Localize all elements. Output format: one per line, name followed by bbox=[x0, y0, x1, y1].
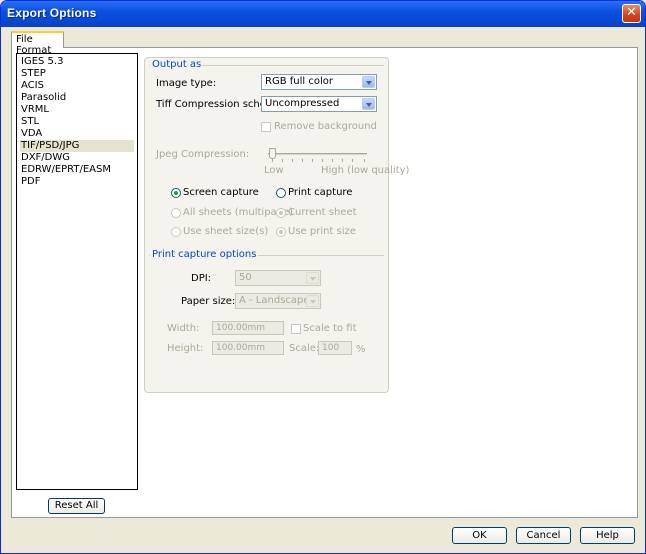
chevron-down-icon[interactable] bbox=[306, 295, 319, 307]
remove-background-checkbox[interactable] bbox=[261, 122, 271, 132]
slider-tick bbox=[292, 159, 293, 162]
jpeg-compression-label: Jpeg Compression: bbox=[156, 149, 250, 160]
paper-size-label: Paper size: bbox=[181, 296, 236, 307]
slider-tick bbox=[282, 159, 283, 162]
scale-label: Scale: bbox=[289, 343, 320, 354]
screen-capture-radio[interactable] bbox=[171, 188, 181, 198]
paper-size-select[interactable]: A - Landscape bbox=[235, 293, 321, 309]
remove-background-label: Remove background bbox=[274, 121, 377, 132]
chevron-down-icon[interactable] bbox=[362, 98, 375, 110]
help-button[interactable]: Help bbox=[580, 527, 635, 544]
image-type-select[interactable]: RGB full color bbox=[261, 74, 377, 90]
screen-capture-label: Screen capture bbox=[183, 187, 259, 198]
use-sheet-size-radio[interactable] bbox=[171, 227, 181, 237]
format-list-item[interactable]: STEP bbox=[20, 68, 134, 80]
format-list-item[interactable]: IGES 5.3 bbox=[20, 56, 134, 68]
output-as-title: Output as bbox=[150, 59, 204, 70]
window-title: Export Options bbox=[7, 6, 97, 20]
title-bar[interactable]: Export Options ✕ bbox=[1, 1, 645, 27]
image-type-label: Image type: bbox=[156, 78, 217, 89]
chevron-down-icon[interactable] bbox=[306, 272, 319, 284]
export-options-dialog: Export Options ✕ File Format IGES 5.3 STE… bbox=[0, 0, 646, 554]
chevron-down-icon[interactable] bbox=[362, 76, 375, 88]
use-print-size-label: Use print size bbox=[288, 226, 356, 237]
scale-input[interactable]: 100 bbox=[318, 341, 352, 355]
format-list-item[interactable]: ACIS bbox=[20, 80, 134, 92]
slider-tick bbox=[342, 159, 343, 162]
ok-button[interactable]: OK bbox=[452, 527, 507, 544]
slider-tick bbox=[332, 159, 333, 162]
reset-all-button[interactable]: Reset All bbox=[48, 498, 105, 514]
scale-to-fit-checkbox[interactable] bbox=[291, 324, 301, 334]
format-list[interactable]: IGES 5.3 STEP ACIS Parasolid VRML STL VDA TIF/P… bbox=[16, 53, 138, 490]
print-capture-options-title: Print capture options bbox=[150, 249, 259, 260]
slider-tick bbox=[364, 159, 365, 162]
current-sheet-radio[interactable] bbox=[276, 208, 286, 218]
format-list-item[interactable]: TIF/PSD/JPG bbox=[20, 140, 134, 152]
format-list-item[interactable]: VRML bbox=[20, 104, 134, 116]
jpeg-high-label: High (low quality) bbox=[321, 165, 410, 176]
format-list-item[interactable]: Parasolid bbox=[20, 92, 134, 104]
percent-label: % bbox=[356, 344, 366, 355]
slider-tick bbox=[302, 159, 303, 162]
options-panel: Output as Image type: RGB full color Tif… bbox=[144, 57, 409, 393]
dpi-label: DPI: bbox=[191, 273, 212, 284]
height-label: Height: bbox=[167, 343, 204, 354]
cancel-button[interactable]: Cancel bbox=[516, 527, 571, 544]
use-print-size-radio[interactable] bbox=[276, 227, 286, 237]
tab-pane: IGES 5.3 STEP ACIS Parasolid VRML STL VDA TIF/P… bbox=[11, 47, 638, 518]
format-list-item[interactable]: VDA bbox=[20, 128, 134, 140]
height-input[interactable]: 100.00mm bbox=[212, 341, 284, 355]
jpeg-slider-thumb[interactable] bbox=[269, 148, 276, 159]
print-capture-label: Print capture bbox=[288, 187, 353, 198]
image-type-value: RGB full color bbox=[265, 76, 333, 87]
slider-tick bbox=[352, 159, 353, 162]
format-list-item[interactable]: EDRW/EPRT/EASM bbox=[20, 164, 134, 176]
format-list-item[interactable]: STL bbox=[20, 116, 134, 128]
slider-tick bbox=[312, 159, 313, 162]
close-icon[interactable]: ✕ bbox=[622, 4, 641, 23]
tiff-compression-value: Uncompressed bbox=[265, 98, 340, 109]
use-sheet-size-label: Use sheet size(s) bbox=[183, 226, 269, 237]
dpi-select[interactable]: 50 bbox=[235, 270, 321, 286]
current-sheet-label: Current sheet bbox=[288, 207, 357, 218]
format-list-item[interactable]: PDF bbox=[20, 176, 134, 188]
width-input[interactable]: 100.00mm bbox=[212, 321, 284, 335]
dpi-value: 50 bbox=[239, 272, 252, 283]
format-list-item[interactable]: DXF/DWG bbox=[20, 152, 134, 164]
scale-to-fit-label: Scale to fit bbox=[303, 323, 357, 334]
slider-tick bbox=[322, 159, 323, 162]
tab-file-format[interactable]: File Format bbox=[11, 31, 64, 56]
print-capture-radio[interactable] bbox=[276, 188, 286, 198]
paper-size-value: A - Landscape bbox=[239, 295, 310, 306]
width-label: Width: bbox=[167, 323, 200, 334]
slider-tick bbox=[272, 159, 273, 162]
jpeg-slider-track[interactable] bbox=[268, 153, 367, 155]
tiff-compression-select[interactable]: Uncompressed bbox=[261, 96, 377, 112]
all-sheets-radio[interactable] bbox=[171, 208, 181, 218]
jpeg-low-label: Low bbox=[264, 165, 284, 176]
